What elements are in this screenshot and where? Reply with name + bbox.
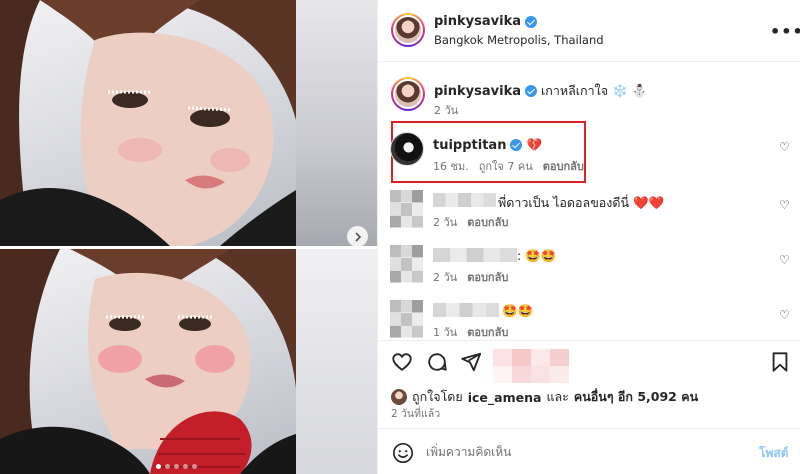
liker-avatar[interactable] [391, 389, 407, 405]
carousel-next-button[interactable] [347, 226, 368, 247]
action-bar [378, 340, 800, 384]
photo-bottom [0, 249, 296, 474]
post-media[interactable] [0, 0, 377, 474]
caption-time: 2 วัน [434, 104, 459, 117]
reply-button[interactable]: ตอบกลับ [467, 213, 508, 231]
liked-by-mid: และ [546, 389, 569, 404]
comment-text: : 🤩🤩 [517, 248, 557, 263]
comment-time[interactable]: 2 วัน [433, 268, 457, 286]
verified-badge-icon [525, 85, 537, 97]
post-caption: pinkysavika เกาหลีเกาใจ ❄️ ⛄ 2 วัน [391, 77, 791, 117]
photo-bottom-side [296, 249, 377, 474]
blurred-username[interactable] [433, 303, 499, 317]
liked-by-user[interactable]: ice_amena [468, 390, 542, 405]
liked-by-prefix: ถูกใจโดย [412, 389, 463, 404]
comment-text: พี่ดาวเป็น ไอดอลของดีนี่ ❤️❤️ [498, 195, 665, 210]
carousel-dot [192, 464, 197, 469]
caption-username[interactable]: pinkysavika [434, 84, 521, 99]
post-location[interactable]: Bangkok Metropolis, Thailand [434, 33, 604, 47]
post-header: pinkysavika Bangkok Metropolis, Thailand… [378, 0, 800, 62]
comment-input[interactable] [426, 441, 746, 463]
blurred-username[interactable] [433, 248, 517, 262]
save-bookmark-icon[interactable] [769, 351, 791, 373]
carousel-dot [174, 464, 179, 469]
blurred-username[interactable] [433, 193, 496, 207]
highlighted-comment: tuipptitan 💔 [433, 137, 542, 153]
liked-by: ถูกใจโดย ice_amena และ คนอื่นๆ อีก 5,092… [391, 387, 698, 407]
comment-item: 🤩🤩 1 วัน ตอบกลับ [390, 300, 790, 344]
carousel-dot [165, 464, 170, 469]
comment-bubble-icon[interactable] [426, 351, 448, 373]
caption-avatar[interactable] [391, 77, 425, 111]
comment-time[interactable]: 1 วัน [433, 323, 457, 341]
chevron-right-icon [354, 231, 361, 242]
carousel-dots [156, 464, 197, 469]
comment-item: : 🤩🤩 2 วัน ตอบกลับ [390, 245, 790, 289]
comment-likes[interactable]: ถูกใจ 7 คน [479, 157, 533, 175]
reply-button[interactable]: ตอบกลับ [543, 157, 584, 175]
post-comment-button[interactable]: โพสต์ [759, 444, 788, 463]
photo-top [0, 0, 296, 246]
add-comment-bar: โพสต์ [378, 428, 800, 474]
author-username[interactable]: pinkysavika [434, 14, 521, 29]
commenter-avatar[interactable] [390, 132, 424, 166]
carousel-dot [156, 464, 161, 469]
blurred-area [493, 349, 569, 383]
like-heart-icon[interactable] [391, 351, 413, 373]
comment-time[interactable]: 2 วัน [433, 213, 457, 231]
comment-meta: 16 ชม. ถูกใจ 7 คน ตอบกลับ [433, 157, 584, 175]
photo-top-side [296, 0, 377, 246]
like-comment-heart-icon[interactable]: ♡ [779, 198, 790, 212]
caption-text: เกาหลีเกาใจ ❄️ ⛄ [541, 83, 648, 98]
comment-text: 💔 [526, 137, 543, 152]
comment-time[interactable]: 16 ชม. [433, 157, 469, 175]
blurred-avatar[interactable] [390, 190, 423, 228]
more-options-icon[interactable]: ••• [770, 22, 800, 41]
liked-by-others[interactable]: คนอื่นๆ อีก 5,092 คน [574, 387, 698, 407]
comment-item: พี่ดาวเป็น ไอดอลของดีนี่ ❤️❤️ 2 วัน ตอบก… [390, 190, 790, 234]
post-panel: pinkysavika Bangkok Metropolis, Thailand… [377, 0, 800, 474]
commenter-username[interactable]: tuipptitan [433, 138, 506, 153]
author-avatar[interactable] [391, 13, 425, 47]
like-comment-heart-icon[interactable]: ♡ [779, 253, 790, 267]
blurred-avatar[interactable] [390, 300, 423, 338]
comment-text: 🤩🤩 [502, 303, 534, 318]
blurred-avatar[interactable] [390, 245, 423, 283]
posted-time[interactable]: 2 วันที่แล้ว [391, 405, 440, 422]
emoji-icon[interactable] [392, 442, 414, 464]
like-comment-heart-icon[interactable]: ♡ [779, 140, 790, 154]
verified-badge-icon [525, 15, 537, 28]
verified-badge-icon [510, 139, 523, 151]
reply-button[interactable]: ตอบกลับ [467, 323, 508, 341]
share-send-icon[interactable] [460, 351, 482, 373]
like-comment-heart-icon[interactable]: ♡ [779, 308, 790, 322]
reply-button[interactable]: ตอบกลับ [467, 268, 508, 286]
carousel-dot [183, 464, 188, 469]
